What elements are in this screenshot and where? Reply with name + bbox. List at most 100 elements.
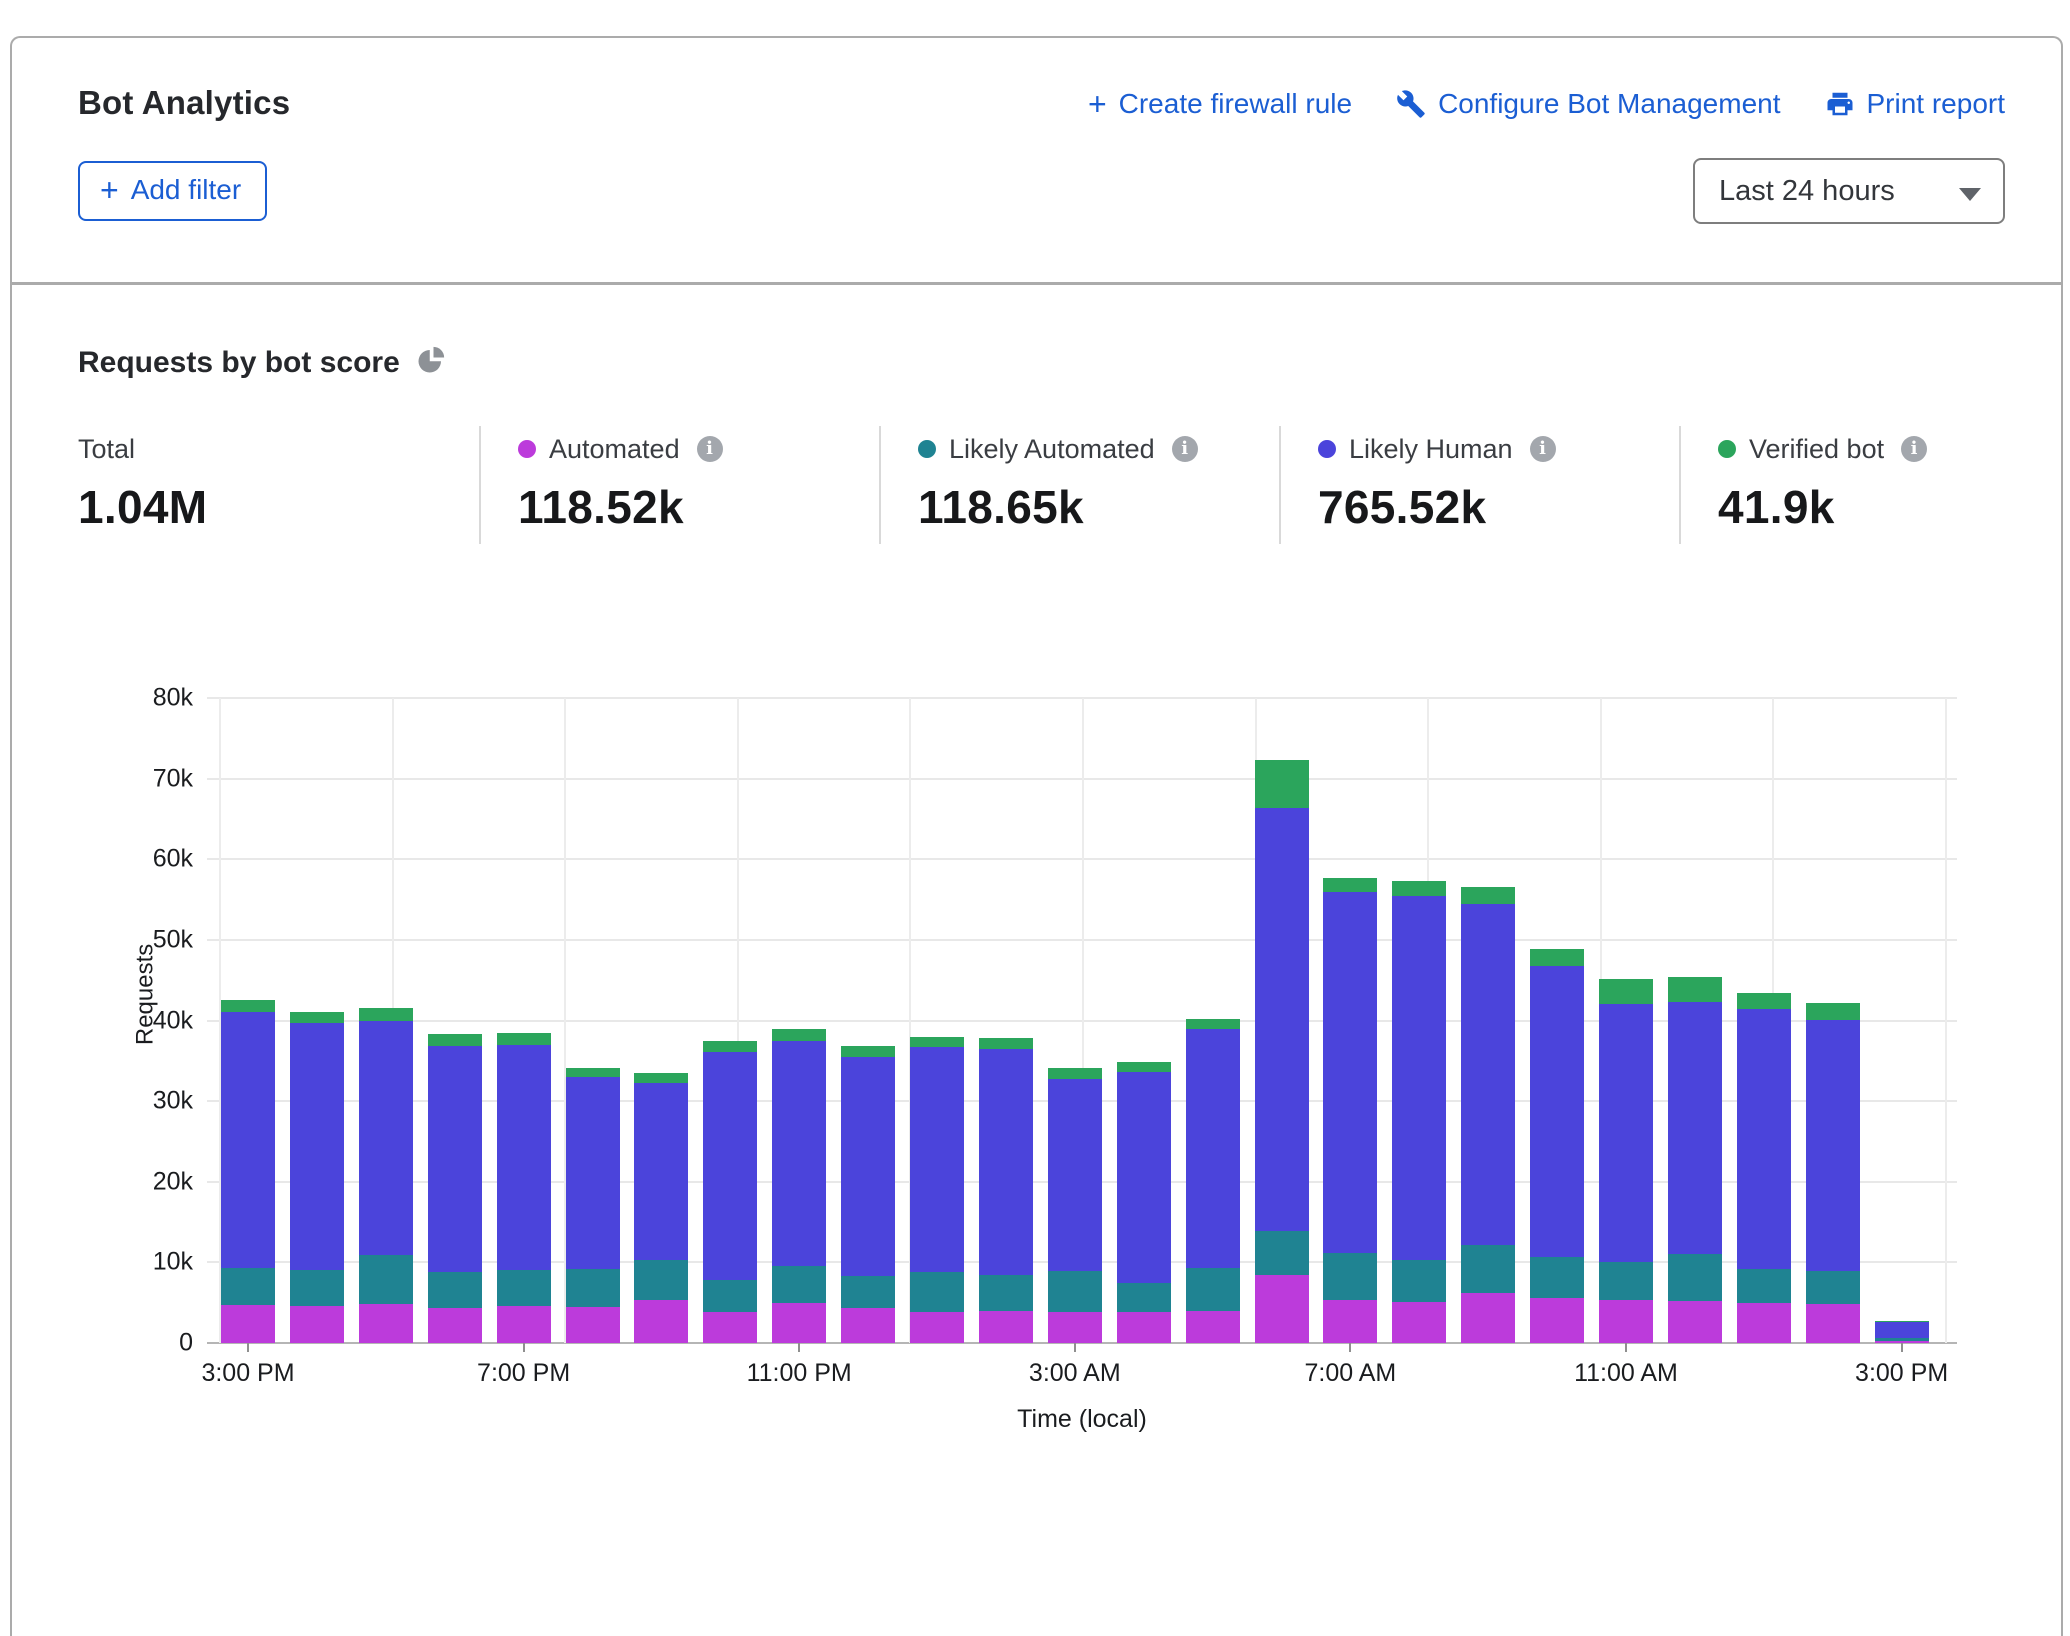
bar-segment-verified-bot[interactable] <box>1117 1062 1171 1072</box>
bar-200am[interactable] <box>979 1038 1033 1343</box>
bar-segment-likely-automated[interactable] <box>290 1270 344 1306</box>
bar-segment-likely-human[interactable] <box>1255 808 1309 1230</box>
bar-segment-verified-bot[interactable] <box>1323 878 1377 893</box>
bar-segment-automated[interactable] <box>1806 1304 1860 1343</box>
info-icon[interactable]: i <box>1530 436 1556 462</box>
bar-segment-likely-human[interactable] <box>290 1023 344 1270</box>
bar-1100am[interactable] <box>1599 979 1653 1343</box>
bar-segment-likely-automated[interactable] <box>428 1272 482 1308</box>
bar-segment-automated[interactable] <box>1737 1303 1791 1343</box>
bar-400am[interactable] <box>1117 1062 1171 1343</box>
bar-segment-verified-bot[interactable] <box>290 1012 344 1023</box>
bar-segment-likely-automated[interactable] <box>1530 1257 1584 1298</box>
bar-segment-likely-human[interactable] <box>910 1047 964 1272</box>
bar-segment-automated[interactable] <box>910 1312 964 1343</box>
bar-segment-likely-human[interactable] <box>772 1041 826 1267</box>
bar-100am[interactable] <box>910 1037 964 1343</box>
bar-600am[interactable] <box>1255 760 1309 1343</box>
bar-segment-likely-automated[interactable] <box>841 1276 895 1307</box>
bar-300pm[interactable] <box>1875 1321 1929 1343</box>
bar-segment-likely-human[interactable] <box>359 1021 413 1256</box>
bar-segment-likely-automated[interactable] <box>634 1260 688 1300</box>
bar-800pm[interactable] <box>566 1068 620 1343</box>
bar-900pm[interactable] <box>634 1073 688 1343</box>
bar-segment-automated[interactable] <box>1117 1312 1171 1343</box>
bar-segment-likely-automated[interactable] <box>1875 1338 1929 1340</box>
bar-segment-likely-human[interactable] <box>1048 1079 1102 1272</box>
bar-segment-likely-automated[interactable] <box>1806 1271 1860 1304</box>
bar-segment-automated[interactable] <box>979 1311 1033 1343</box>
bar-segment-likely-automated[interactable] <box>1461 1245 1515 1293</box>
bar-500am[interactable] <box>1186 1019 1240 1343</box>
bar-segment-likely-automated[interactable] <box>979 1275 1033 1310</box>
bar-segment-likely-human[interactable] <box>221 1012 275 1268</box>
create-firewall-rule-link[interactable]: + Create firewall rule <box>1088 88 1352 120</box>
bar-segment-verified-bot[interactable] <box>910 1037 964 1047</box>
bar-segment-verified-bot[interactable] <box>497 1033 551 1045</box>
bar-segment-likely-automated[interactable] <box>1599 1262 1653 1300</box>
bar-segment-automated[interactable] <box>1255 1275 1309 1343</box>
bar-1000am[interactable] <box>1530 949 1584 1343</box>
bar-segment-automated[interactable] <box>359 1304 413 1344</box>
bar-segment-verified-bot[interactable] <box>566 1068 620 1077</box>
bar-segment-verified-bot[interactable] <box>1392 881 1446 896</box>
bar-segment-likely-automated[interactable] <box>703 1280 757 1312</box>
bar-segment-likely-automated[interactable] <box>772 1266 826 1302</box>
bar-segment-likely-human[interactable] <box>1806 1020 1860 1272</box>
bar-segment-likely-human[interactable] <box>841 1057 895 1276</box>
bar-segment-automated[interactable] <box>1323 1300 1377 1343</box>
bar-segment-likely-human[interactable] <box>1599 1004 1653 1262</box>
bar-segment-likely-automated[interactable] <box>1117 1283 1171 1313</box>
bar-1200am[interactable] <box>841 1046 895 1343</box>
bar-1000pm[interactable] <box>703 1041 757 1343</box>
bar-segment-likely-human[interactable] <box>497 1045 551 1270</box>
bar-segment-likely-automated[interactable] <box>1255 1231 1309 1275</box>
bar-400pm[interactable] <box>290 1012 344 1343</box>
bar-segment-verified-bot[interactable] <box>359 1008 413 1021</box>
bar-segment-automated[interactable] <box>1048 1312 1102 1343</box>
bar-200pm[interactable] <box>1806 1003 1860 1343</box>
bar-700pm[interactable] <box>497 1033 551 1343</box>
bar-segment-likely-human[interactable] <box>1668 1002 1722 1254</box>
bar-segment-automated[interactable] <box>566 1307 620 1343</box>
bar-1100pm[interactable] <box>772 1029 826 1343</box>
bar-segment-likely-automated[interactable] <box>910 1272 964 1312</box>
bar-segment-verified-bot[interactable] <box>221 1000 275 1012</box>
bar-segment-likely-automated[interactable] <box>1668 1254 1722 1301</box>
bar-segment-verified-bot[interactable] <box>1461 887 1515 903</box>
bar-segment-likely-automated[interactable] <box>497 1270 551 1306</box>
bar-segment-likely-automated[interactable] <box>1186 1268 1240 1311</box>
bar-segment-verified-bot[interactable] <box>428 1034 482 1046</box>
bar-segment-verified-bot[interactable] <box>841 1046 895 1056</box>
bar-500pm[interactable] <box>359 1008 413 1343</box>
bar-segment-automated[interactable] <box>1461 1293 1515 1343</box>
bar-segment-verified-bot[interactable] <box>1737 993 1791 1009</box>
time-range-select[interactable]: Last 24 hours <box>1693 158 2005 224</box>
bar-segment-likely-human[interactable] <box>634 1083 688 1260</box>
bar-segment-likely-human[interactable] <box>428 1046 482 1272</box>
bar-segment-automated[interactable] <box>1599 1300 1653 1343</box>
bar-segment-verified-bot[interactable] <box>703 1041 757 1052</box>
bar-300pm[interactable] <box>221 1000 275 1343</box>
bar-segment-verified-bot[interactable] <box>772 1029 826 1041</box>
bar-segment-automated[interactable] <box>290 1306 344 1343</box>
bar-600pm[interactable] <box>428 1034 482 1343</box>
bar-segment-likely-automated[interactable] <box>1048 1271 1102 1311</box>
requests-by-bot-score-chart[interactable]: 010k20k30k40k50k60k70k80k3:00 PM7:00 PM1… <box>207 698 1957 1343</box>
configure-bot-management-link[interactable]: Configure Bot Management <box>1396 88 1780 120</box>
bar-segment-automated[interactable] <box>634 1300 688 1343</box>
bar-segment-automated[interactable] <box>1530 1298 1584 1343</box>
bar-segment-likely-human[interactable] <box>1392 896 1446 1260</box>
bar-segment-likely-automated[interactable] <box>1737 1269 1791 1303</box>
info-icon[interactable]: i <box>1172 436 1198 462</box>
bar-segment-likely-human[interactable] <box>1875 1322 1929 1338</box>
bar-segment-verified-bot[interactable] <box>1806 1003 1860 1020</box>
bar-segment-verified-bot[interactable] <box>1186 1019 1240 1029</box>
bar-segment-automated[interactable] <box>703 1312 757 1343</box>
bar-segment-likely-automated[interactable] <box>359 1255 413 1303</box>
bar-segment-verified-bot[interactable] <box>1875 1321 1929 1322</box>
bar-segment-verified-bot[interactable] <box>1668 977 1722 1002</box>
bar-segment-verified-bot[interactable] <box>1255 760 1309 808</box>
bar-800am[interactable] <box>1392 881 1446 1343</box>
bar-segment-automated[interactable] <box>1392 1302 1446 1343</box>
